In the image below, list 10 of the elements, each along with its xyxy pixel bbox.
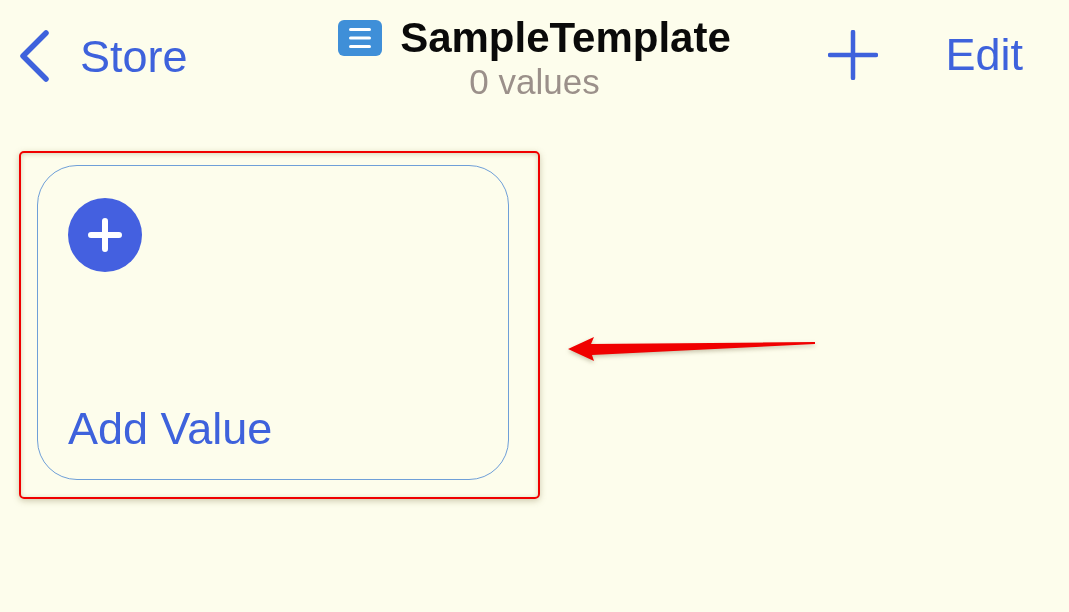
back-button[interactable]: Store (14, 28, 192, 84)
nav-title: SampleTemplate (400, 14, 731, 61)
chevron-left-icon (18, 30, 50, 82)
add-button[interactable] (827, 29, 880, 81)
value-count: 0 values (469, 62, 600, 102)
list-icon (338, 19, 383, 56)
add-value-card[interactable]: Add Value (37, 165, 509, 480)
plus-circle-icon (68, 198, 142, 272)
plus-icon (828, 30, 879, 80)
edit-button[interactable]: Edit (941, 28, 1027, 82)
